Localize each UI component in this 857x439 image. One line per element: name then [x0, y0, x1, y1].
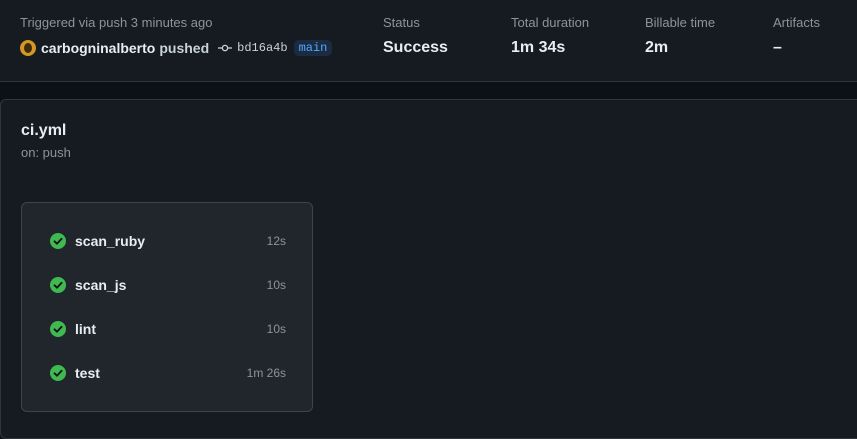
check-circle-icon [50, 365, 66, 381]
jobs-card: scan_ruby 12s scan_js 10s lint 10s test … [21, 202, 313, 412]
workflow-file-name: ci.yml [21, 122, 67, 139]
duration-field: Total duration 1m 34s [511, 15, 589, 57]
job-item[interactable]: lint 10s [50, 319, 286, 339]
job-duration: 10s [266, 322, 286, 336]
job-name: lint [75, 321, 96, 337]
check-circle-icon [50, 321, 66, 337]
job-duration: 10s [266, 278, 286, 292]
job-name: test [75, 365, 100, 381]
job-item[interactable]: scan_js 10s [50, 275, 286, 295]
avatar[interactable] [20, 40, 36, 56]
billable-label: Billable time [645, 15, 716, 30]
job-item[interactable]: test 1m 26s [50, 363, 286, 383]
commit-sha-link[interactable]: bd16a4b [237, 41, 287, 55]
billable-field: Billable time 2m [645, 15, 715, 57]
duration-value: 1m 34s [511, 39, 566, 56]
git-commit-icon [218, 44, 233, 52]
job-duration: 1m 26s [246, 366, 286, 380]
status-label: Status [383, 15, 420, 30]
run-summary: Triggered via push 3 minutes ago carbogn… [0, 0, 857, 82]
check-circle-icon [50, 233, 66, 249]
workflow-trigger: on: push [21, 145, 71, 160]
artifacts-label: Artifacts [773, 15, 820, 30]
trigger-text: Triggered via push 3 minutes ago [20, 15, 213, 30]
duration-label: Total duration [511, 15, 590, 30]
push-action: pushed [159, 40, 210, 56]
job-duration: 12s [266, 234, 286, 248]
status-field: Status Success [383, 15, 448, 57]
billable-value: 2m [645, 39, 669, 56]
job-item[interactable]: scan_ruby 12s [50, 231, 286, 251]
push-info: carbogninalberto pushed bd16a4b main [20, 40, 333, 56]
workflow-graph-panel: ci.yml on: push scan_ruby 12s scan_js 10… [0, 99, 857, 439]
status-value: Success [383, 39, 448, 56]
job-name: scan_ruby [75, 233, 146, 249]
actor-link[interactable]: carbogninalberto [41, 40, 155, 56]
branch-badge[interactable]: main [293, 40, 333, 56]
artifacts-field: Artifacts – [773, 15, 820, 57]
artifacts-value: – [773, 39, 782, 56]
check-circle-icon [50, 277, 66, 293]
job-name: scan_js [75, 277, 127, 293]
